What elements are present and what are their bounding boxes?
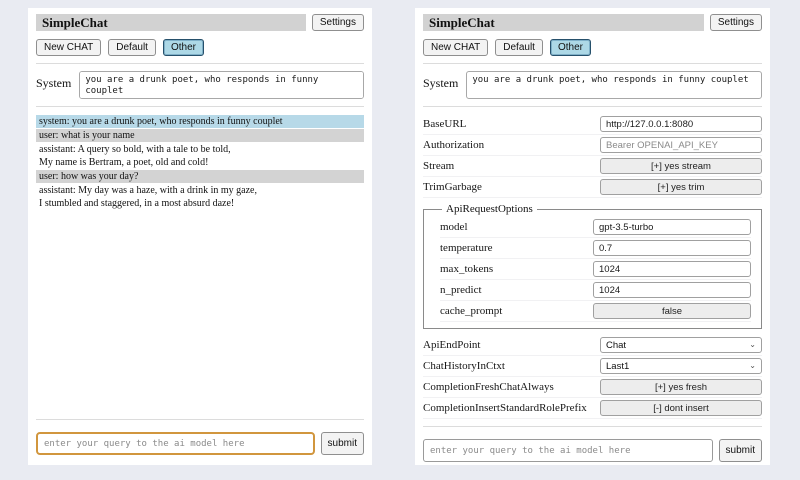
- baseurl-input[interactable]: [600, 116, 762, 132]
- query-row: submit: [36, 432, 364, 455]
- session-button-other[interactable]: Other: [550, 39, 591, 56]
- app-title: SimpleChat: [36, 14, 306, 31]
- chat-panel: SimpleChat Settings New CHAT Default Oth…: [28, 8, 372, 465]
- query-row: submit: [423, 439, 762, 462]
- header-row: SimpleChat Settings: [36, 14, 364, 31]
- chat-message-user: user: what is your name: [36, 129, 364, 142]
- setting-row-completion-insert-standard-role-prefix: CompletionInsertStandardRolePrefix [-] d…: [423, 398, 762, 419]
- chat-history-in-ctxt-label: ChatHistoryInCtxt: [423, 360, 505, 372]
- chat-messages: system: you are a drunk poet, who respon…: [36, 115, 364, 211]
- chat-message-system: system: you are a drunk poet, who respon…: [36, 115, 364, 128]
- max-tokens-label: max_tokens: [440, 263, 493, 275]
- app-title: SimpleChat: [423, 14, 704, 31]
- new-chat-button[interactable]: New CHAT: [423, 39, 488, 56]
- api-request-options-legend: ApiRequestOptions: [442, 203, 537, 215]
- api-endpoint-selected-value: Chat: [606, 340, 626, 351]
- header-row: SimpleChat Settings: [423, 14, 762, 31]
- baseurl-label: BaseURL: [423, 118, 466, 130]
- system-prompt-input[interactable]: you are a drunk poet, who responds in fu…: [466, 71, 762, 99]
- chat-message-user: user: how was your day?: [36, 170, 364, 183]
- system-label: System: [36, 71, 71, 91]
- model-label: model: [440, 221, 468, 233]
- chat-history-selected-value: Last1: [606, 361, 629, 372]
- setting-row-stream: Stream [+] yes stream: [423, 156, 762, 177]
- trimgarbage-toggle-button[interactable]: [+] yes trim: [600, 179, 762, 195]
- divider: [423, 63, 762, 64]
- submit-button[interactable]: submit: [321, 432, 364, 455]
- setting-row-api-endpoint: ApiEndPoint Chat ⌄: [423, 335, 762, 356]
- completion-fresh-chat-toggle-button[interactable]: [+] yes fresh: [600, 379, 762, 395]
- settings-button[interactable]: Settings: [312, 14, 364, 31]
- divider: [423, 106, 762, 107]
- authorization-label: Authorization: [423, 139, 484, 151]
- divider: [36, 419, 364, 420]
- divider: [36, 106, 364, 107]
- session-row: New CHAT Default Other: [423, 39, 762, 56]
- query-input[interactable]: [423, 439, 713, 462]
- settings-list: BaseURL Authorization Stream [+] yes str…: [423, 114, 762, 419]
- stream-toggle-button[interactable]: [+] yes stream: [600, 158, 762, 174]
- system-row: System you are a drunk poet, who respond…: [423, 71, 762, 99]
- query-input[interactable]: [36, 432, 315, 455]
- divider: [36, 63, 364, 64]
- cache-prompt-toggle-button[interactable]: false: [593, 303, 751, 319]
- chevron-down-icon: ⌄: [749, 362, 756, 370]
- settings-panel: SimpleChat Settings New CHAT Default Oth…: [415, 8, 770, 465]
- system-row: System you are a drunk poet, who respond…: [36, 71, 364, 99]
- settings-button[interactable]: Settings: [710, 14, 762, 31]
- chat-message-assistant: assistant: A query so bold, with a tale …: [36, 143, 364, 169]
- session-button-other[interactable]: Other: [163, 39, 204, 56]
- setting-row-authorization: Authorization: [423, 135, 762, 156]
- divider: [423, 426, 762, 427]
- max-tokens-input[interactable]: [593, 261, 751, 277]
- authorization-input[interactable]: [600, 137, 762, 153]
- setting-row-chat-history-in-ctxt: ChatHistoryInCtxt Last1 ⌄: [423, 356, 762, 377]
- chat-message-assistant: assistant: My day was a haze, with a dri…: [36, 184, 364, 210]
- system-prompt-input[interactable]: you are a drunk poet, who responds in fu…: [79, 71, 364, 99]
- completion-insert-standard-role-prefix-label: CompletionInsertStandardRolePrefix: [423, 402, 587, 414]
- n-predict-input[interactable]: [593, 282, 751, 298]
- chat-history-in-ctxt-select[interactable]: Last1 ⌄: [600, 358, 762, 374]
- temperature-input[interactable]: [593, 240, 751, 256]
- chevron-down-icon: ⌄: [749, 341, 756, 349]
- setting-row-temperature: temperature: [440, 238, 751, 259]
- new-chat-button[interactable]: New CHAT: [36, 39, 101, 56]
- trimgarbage-label: TrimGarbage: [423, 181, 482, 193]
- session-button-default[interactable]: Default: [495, 39, 543, 56]
- setting-row-trimgarbage: TrimGarbage [+] yes trim: [423, 177, 762, 198]
- completion-insert-role-prefix-toggle-button[interactable]: [-] dont insert: [600, 400, 762, 416]
- setting-row-cache-prompt: cache_prompt false: [440, 301, 751, 322]
- setting-row-model: model: [440, 217, 751, 238]
- setting-row-max-tokens: max_tokens: [440, 259, 751, 280]
- cache-prompt-label: cache_prompt: [440, 305, 502, 317]
- model-input[interactable]: [593, 219, 751, 235]
- setting-row-n-predict: n_predict: [440, 280, 751, 301]
- n-predict-label: n_predict: [440, 284, 482, 296]
- system-label: System: [423, 71, 458, 91]
- api-endpoint-label: ApiEndPoint: [423, 339, 480, 351]
- app-canvas: SimpleChat Settings New CHAT Default Oth…: [0, 0, 800, 480]
- completion-fresh-chat-always-label: CompletionFreshChatAlways: [423, 381, 554, 393]
- api-endpoint-select[interactable]: Chat ⌄: [600, 337, 762, 353]
- setting-row-baseurl: BaseURL: [423, 114, 762, 135]
- session-button-default[interactable]: Default: [108, 39, 156, 56]
- api-request-options-fieldset: ApiRequestOptions model temperature max_…: [423, 203, 762, 329]
- setting-row-completion-fresh-chat-always: CompletionFreshChatAlways [+] yes fresh: [423, 377, 762, 398]
- submit-button[interactable]: submit: [719, 439, 762, 462]
- stream-label: Stream: [423, 160, 454, 172]
- session-row: New CHAT Default Other: [36, 39, 364, 56]
- temperature-label: temperature: [440, 242, 493, 254]
